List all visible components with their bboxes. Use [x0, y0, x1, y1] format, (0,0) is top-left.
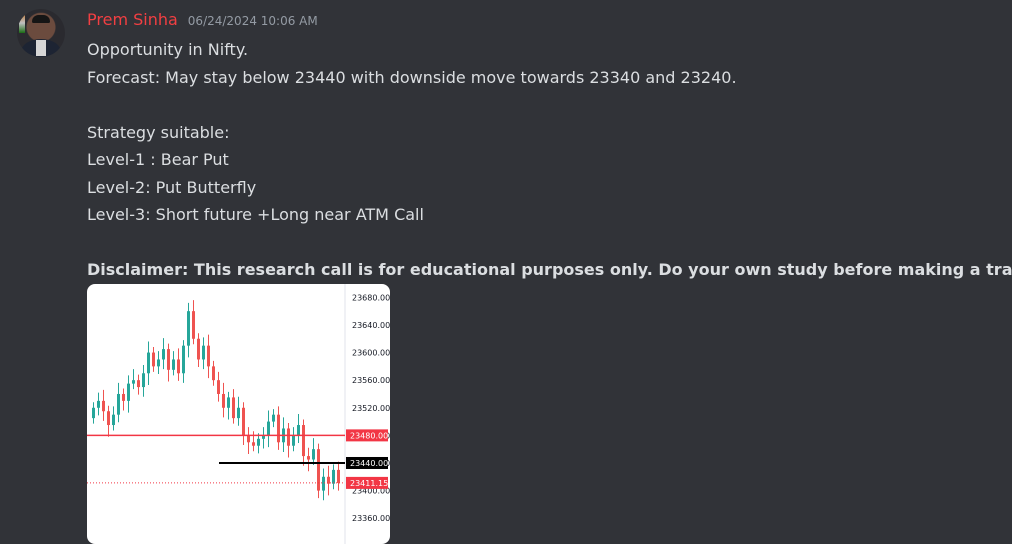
y-tick-label: 23680.00	[352, 293, 390, 302]
candle-body	[142, 373, 145, 388]
message-line: Level-3: Short future +Long near ATM Cal…	[87, 205, 424, 224]
y-tick-label: 23640.00	[352, 321, 390, 330]
y-tick-label: 23560.00	[352, 376, 390, 385]
candle-body	[92, 407, 95, 419]
candle-body	[277, 414, 280, 443]
candle-body	[227, 397, 230, 408]
candle-body	[257, 438, 260, 446]
message-line: Opportunity in Nifty.	[87, 40, 249, 59]
candle-body	[222, 393, 225, 408]
user-avatar[interactable]	[17, 9, 65, 57]
y-tick-label: 23520.00	[352, 404, 390, 413]
candle-body	[267, 421, 270, 436]
candle-body	[192, 311, 195, 339]
candle-body	[247, 435, 250, 443]
message-line: Forecast: May stay below 23440 with down…	[87, 67, 737, 87]
chart-image-attachment[interactable]: 23680.00 23640.00 23600.00 23560.00 23520.00…	[87, 284, 390, 544]
candle-body	[157, 359, 160, 367]
author-name[interactable]: Prem Sinha	[87, 10, 178, 29]
candle-body	[232, 397, 235, 419]
candle-body	[182, 345, 185, 374]
message-header: Prem Sinha 06/24/2024 10:06 AM	[87, 10, 318, 32]
candle-body	[172, 359, 175, 370]
candle-body	[332, 469, 335, 484]
candle-body	[297, 425, 300, 436]
candlestick-chart: 23680.00 23640.00 23600.00 23560.00 23520.00…	[87, 284, 390, 544]
chat-message: Prem Sinha 06/24/2024 10:06 AM Opportuni…	[0, 0, 1012, 544]
candle-body	[107, 411, 110, 426]
candle-body	[217, 380, 220, 394]
candle-body	[112, 414, 115, 426]
candle-body	[207, 345, 210, 367]
candle-body	[122, 393, 125, 401]
candle-body	[97, 400, 100, 408]
avatar-flag-icon	[19, 13, 25, 33]
message-line: Level-2: Put Butterfly	[87, 177, 257, 197]
price-label-text: 23440.00	[350, 459, 388, 468]
candle-body	[102, 400, 105, 412]
disclaimer-text: Disclaimer: This research call is for ed…	[87, 260, 1012, 279]
candle-body	[237, 407, 240, 419]
candle-body	[152, 352, 155, 367]
candle-body	[127, 383, 130, 401]
message-timestamp[interactable]: 06/24/2024 10:06 AM	[188, 14, 318, 28]
candle-body	[317, 449, 320, 491]
message-content: Opportunity in Nifty. Forecast: May stay…	[87, 36, 1012, 284]
candle-body	[337, 469, 340, 483]
candle-body	[302, 425, 305, 457]
candle-body	[137, 380, 140, 388]
candle-body	[177, 359, 180, 374]
candle-body	[187, 311, 190, 346]
message-line: Level-1 : Bear Put	[87, 150, 229, 169]
price-label-text: 23411.15	[350, 479, 388, 488]
price-label-text: 23480.00	[350, 431, 388, 440]
candle-body	[307, 456, 310, 460]
y-tick-label: 23600.00	[352, 349, 390, 358]
candle-body	[202, 345, 205, 360]
candle-body	[322, 476, 325, 491]
avatar-hair	[32, 15, 50, 23]
candle-body	[252, 442, 255, 446]
candle-body	[212, 366, 215, 381]
candle-body	[162, 349, 165, 360]
candle-body	[292, 435, 295, 446]
candle-body	[147, 352, 150, 374]
candle-body	[197, 338, 200, 360]
candle-body	[312, 449, 315, 460]
candle-body	[242, 407, 245, 436]
candle-body	[272, 414, 275, 422]
y-tick-label: 23360.00	[352, 514, 390, 523]
candle-body	[287, 428, 290, 446]
candle-body	[167, 349, 170, 370]
message-line: Strategy suitable:	[87, 122, 230, 142]
avatar-shirt	[36, 40, 46, 56]
candle-body	[117, 393, 120, 415]
candle-body	[132, 380, 135, 384]
